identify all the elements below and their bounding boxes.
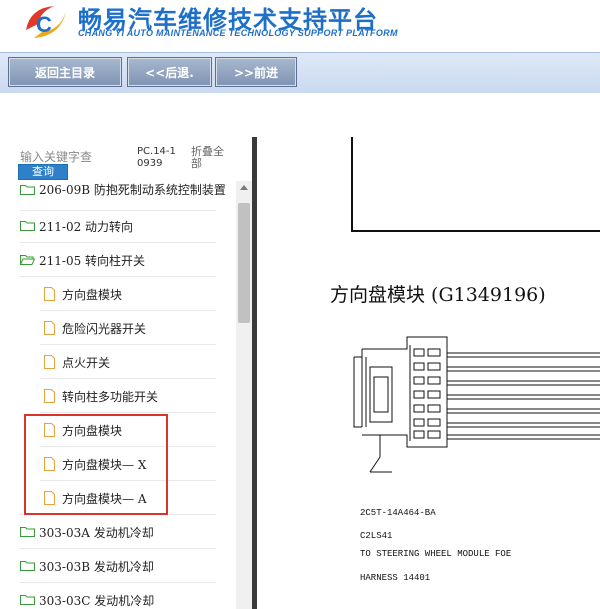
tree-item-label: 211-02 动力转向 xyxy=(39,220,134,234)
tree-item-ignition-switch[interactable]: 点火开关 xyxy=(0,345,236,379)
harness-label: HARNESS 14401 xyxy=(360,573,431,583)
folder-icon xyxy=(20,185,35,195)
brand-subtitle: CHANG YI AUTO MAINTENANCE TECHNOLOGY SUP… xyxy=(78,28,398,38)
file-icon xyxy=(44,321,55,335)
svg-text:C: C xyxy=(36,12,52,37)
tree-item-multifunction-switch[interactable]: 转向柱多功能开关 xyxy=(0,379,236,413)
home-button[interactable]: 返回主目录 xyxy=(8,57,122,87)
module-title: 方向盘模块 (G1349196) xyxy=(330,284,546,306)
tree-item-label: 303-03B 发动机冷却 xyxy=(39,560,154,574)
brand-logo-icon: C xyxy=(26,6,66,38)
file-icon xyxy=(44,287,55,301)
tree-item-label: 点火开关 xyxy=(62,356,111,370)
tree-item-303-03a[interactable]: 303-03A 发动机冷却 xyxy=(0,515,236,549)
tree-item-label: 211-05 转向柱开关 xyxy=(39,254,146,268)
tree: 206-09B 防抱死制动系统控制装置 211-02 动力转向 211-05 转… xyxy=(0,181,236,609)
tree-item-steering-wheel-module[interactable]: 方向盘模块 xyxy=(0,277,236,311)
folder-icon xyxy=(20,561,35,571)
tree-item-label: 206-09B 防抱死制动系统控制装置 xyxy=(39,183,226,197)
tree-item-hazard-switch[interactable]: 危险闪光器开关 xyxy=(0,311,236,345)
folder-icon xyxy=(20,527,35,537)
tree-item-303-03b[interactable]: 303-03B 发动机冷却 xyxy=(0,549,236,583)
tree-item-label: 303-03C 发动机冷却 xyxy=(39,594,155,608)
tree-item-label: 方向盘模块 xyxy=(62,288,123,302)
tree-item-label: 303-03A 发动机冷却 xyxy=(39,526,154,540)
pc-code: PC.14-10939 xyxy=(137,146,176,169)
current-vehicle: 当前车型： 厂家:C-长安福特蒙迪欧（致胜）（Mondeo）2011-2013 xyxy=(2,100,370,114)
tree-item-206-09b[interactable]: 206-09B 防抱死制动系统控制装置 xyxy=(0,181,236,211)
diagram-frame xyxy=(351,137,600,232)
highlight-box xyxy=(24,414,168,515)
tree-item-211-05[interactable]: 211-05 转向柱开关 xyxy=(0,243,236,277)
app-header: C 畅易汽车维修技术支持平台 CHANG YI AUTO MAINTENANCE… xyxy=(0,0,600,52)
toolbar: 返回主目录 <<后退. >>前进 xyxy=(0,52,600,94)
tree-item-label: 危险闪光器开关 xyxy=(62,322,147,336)
tree-item-211-02[interactable]: 211-02 动力转向 xyxy=(0,209,236,243)
query-button[interactable]: 查询 xyxy=(18,164,68,180)
part-number: 2C5T-14A464-BA xyxy=(360,508,436,518)
tree-item-label: 转向柱多功能开关 xyxy=(62,390,159,404)
folder-icon xyxy=(20,221,35,231)
scroll-up-icon[interactable] xyxy=(240,185,248,190)
folder-open-icon xyxy=(20,255,35,265)
sidebar: 查询 PC.14-10939 折叠全部 206-09B 防抱死制动系统控制装置 … xyxy=(0,137,252,609)
file-icon xyxy=(44,389,55,403)
folder-icon xyxy=(20,595,35,605)
content-panel: 方向盘模块 (G1349196) 2C5T-14A464-BA C2LS41 T… xyxy=(257,137,600,609)
tree-item-303-03c[interactable]: 303-03C 发动机冷却 xyxy=(0,583,236,609)
connector-code: C2LS41 xyxy=(360,531,393,541)
connector-diagram xyxy=(353,336,600,473)
forward-button[interactable]: >>前进 xyxy=(215,57,297,87)
connector-description: TO STEERING WHEEL MODULE FOE xyxy=(360,549,512,559)
scrollbar-thumb[interactable] xyxy=(238,203,250,323)
file-icon xyxy=(44,355,55,369)
collapse-all-button[interactable]: 折叠全部 xyxy=(191,146,233,170)
search-bar: 查询 PC.14-10939 折叠全部 xyxy=(0,137,252,181)
search-input[interactable] xyxy=(20,149,115,165)
back-button[interactable]: <<后退. xyxy=(127,57,212,87)
